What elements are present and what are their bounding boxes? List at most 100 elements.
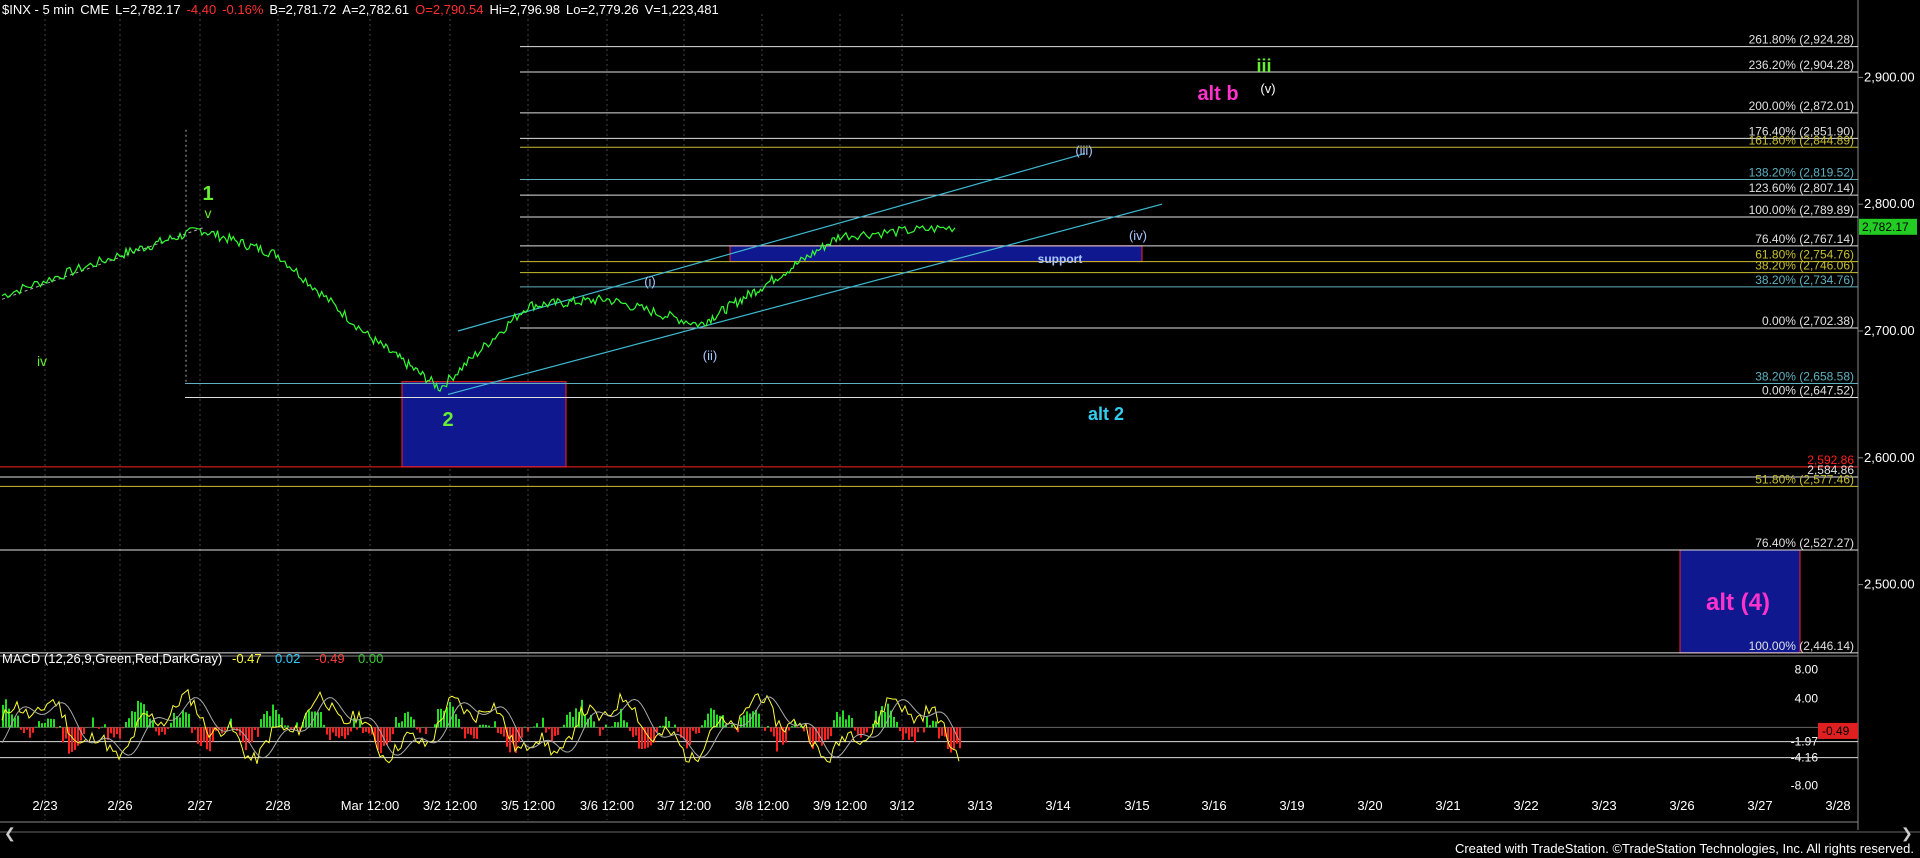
macd-histogram-bar bbox=[470, 727, 472, 735]
macd-histogram-bar bbox=[662, 725, 664, 728]
macd-histogram-bar bbox=[254, 727, 256, 730]
x-tick-label: 3/28 bbox=[1825, 798, 1850, 813]
macd-histogram-bar bbox=[446, 707, 448, 728]
fib-level-label: 76.40% (2,527.27) bbox=[1755, 536, 1854, 550]
macd-histogram-bar bbox=[788, 727, 790, 731]
macd-histogram-bar bbox=[866, 727, 868, 733]
macd-histogram-bar bbox=[593, 721, 595, 728]
macd-histogram-bar bbox=[635, 727, 637, 736]
x-tick-label: 3/7 12:00 bbox=[657, 798, 711, 813]
macd-histogram-bar bbox=[179, 717, 181, 728]
fib-level-label: 100.00% (2,789.89) bbox=[1749, 203, 1854, 217]
macd-histogram-bar bbox=[83, 727, 85, 734]
macd-histogram-bar bbox=[842, 710, 844, 728]
macd-histogram-bar bbox=[182, 710, 184, 728]
macd-histogram-bar bbox=[710, 708, 712, 728]
macd-histogram-bar bbox=[410, 716, 412, 728]
macd-histogram-bar bbox=[887, 703, 889, 728]
macd-histogram-bar bbox=[146, 710, 148, 728]
macd-histogram-bar bbox=[650, 727, 652, 746]
macd-histogram-bar bbox=[335, 727, 337, 737]
macd-histogram-bar bbox=[893, 717, 895, 728]
macd-histogram-bar bbox=[347, 727, 349, 736]
macd-histogram-bar bbox=[251, 727, 253, 743]
macd-histogram-bar bbox=[902, 727, 904, 740]
macd-histogram-bar bbox=[122, 727, 124, 729]
macd-histogram-bar bbox=[521, 727, 523, 738]
x-tick-label: 3/12 bbox=[889, 798, 914, 813]
x-tick-label: Mar 12:00 bbox=[341, 798, 400, 813]
macd-histogram-bar bbox=[224, 727, 226, 731]
macd-histogram-bar bbox=[314, 711, 316, 728]
macd-histogram-bar bbox=[356, 727, 358, 730]
macd-histogram-bar bbox=[914, 727, 916, 742]
macd-histogram-bar bbox=[896, 721, 898, 728]
macd-histogram-bar bbox=[317, 712, 319, 728]
macd-histogram-bar bbox=[194, 727, 196, 730]
y-tick-label: 2,800.00 bbox=[1864, 196, 1915, 211]
fib-level-label: 261.80% (2,924.28) bbox=[1749, 33, 1854, 47]
macd-histogram-bar bbox=[350, 727, 352, 732]
macd-histogram-bar bbox=[377, 727, 379, 751]
macd-histogram-bar bbox=[827, 727, 829, 740]
macd-histogram-bar bbox=[332, 727, 334, 733]
x-tick-label: 3/14 bbox=[1045, 798, 1070, 813]
x-tick-label: 3/19 bbox=[1279, 798, 1304, 813]
macd-histogram-bar bbox=[581, 699, 583, 728]
x-tick-label: 3/5 12:00 bbox=[501, 798, 555, 813]
macd-histogram-bar bbox=[455, 714, 457, 728]
x-tick-label: 3/2 12:00 bbox=[423, 798, 477, 813]
macd-histogram-bar bbox=[758, 713, 760, 728]
macd-histogram-bar bbox=[623, 720, 625, 728]
macd-histogram-bar bbox=[101, 726, 103, 728]
macd-histogram-bar bbox=[731, 724, 733, 728]
channel-upper-line bbox=[457, 152, 1086, 332]
macd-histogram-bar bbox=[128, 718, 130, 728]
price-chart[interactable]: 2/23 2/26 2/27 2/28 Mar 12:00 3/2 12:00 3/5 12… bbox=[0, 0, 1920, 858]
macd-histogram-bar bbox=[692, 727, 694, 731]
macd-histogram-bar bbox=[386, 727, 388, 745]
scroll-left-icon[interactable]: ❮ bbox=[4, 825, 16, 842]
fib-level-label: 38.20% (2,658.58) bbox=[1755, 370, 1854, 384]
wave2-box bbox=[401, 381, 567, 468]
fib-level-label: 161.80% (2,844.89) bbox=[1749, 133, 1854, 147]
wave-label: alt 2 bbox=[1088, 404, 1124, 424]
macd-histogram-bar bbox=[932, 720, 934, 728]
macd-histogram-bar bbox=[689, 727, 691, 745]
macd-histogram-bar bbox=[98, 727, 100, 729]
x-tick-label: 2/27 bbox=[187, 798, 212, 813]
macd-histogram-bar bbox=[926, 716, 928, 728]
macd-histogram-bar bbox=[779, 727, 781, 742]
macd-histogram-bar bbox=[848, 715, 850, 728]
macd-histogram-bar bbox=[629, 727, 631, 732]
wave-label: alt (4) bbox=[1706, 589, 1770, 616]
wave-label: iii bbox=[1256, 56, 1271, 76]
macd-histogram-bar bbox=[839, 716, 841, 728]
macd-title: MACD (12,26,9,Green,Red,DarkGray) bbox=[2, 651, 222, 666]
macd-histogram-bar bbox=[683, 727, 685, 739]
macd-histogram-bar bbox=[167, 727, 169, 730]
scroll-right-icon[interactable]: ❯ bbox=[1901, 825, 1913, 842]
macd-histogram-bar bbox=[917, 727, 919, 733]
macd-histogram-bar bbox=[500, 727, 502, 735]
macd-histogram-bar bbox=[923, 727, 925, 733]
macd-y-tick-label: 8.00 bbox=[1795, 662, 1819, 676]
x-tick-label: 3/20 bbox=[1357, 798, 1382, 813]
macd-histogram-bar bbox=[44, 722, 46, 728]
macd-histogram-bar bbox=[533, 726, 535, 728]
macd-histogram-bar bbox=[353, 718, 355, 728]
wave-label: support bbox=[1038, 252, 1083, 266]
x-tick-label: 3/16 bbox=[1201, 798, 1226, 813]
macd-histogram-bar bbox=[395, 717, 397, 728]
macd-histogram-bar bbox=[821, 727, 823, 746]
macd-histogram-bar bbox=[602, 727, 604, 730]
macd-histogram-bar bbox=[113, 727, 115, 738]
macd-histogram-bar bbox=[260, 719, 262, 728]
macd-histogram-bar bbox=[155, 727, 157, 732]
fib-level-label: 76.40% (2,767.14) bbox=[1755, 232, 1854, 246]
macd-histogram-bar bbox=[320, 712, 322, 728]
y-tick-label: 2,700.00 bbox=[1864, 323, 1915, 338]
wave-label: iv bbox=[37, 353, 47, 369]
macd-histogram-bar bbox=[881, 706, 883, 728]
macd-histogram-bar bbox=[632, 727, 634, 737]
